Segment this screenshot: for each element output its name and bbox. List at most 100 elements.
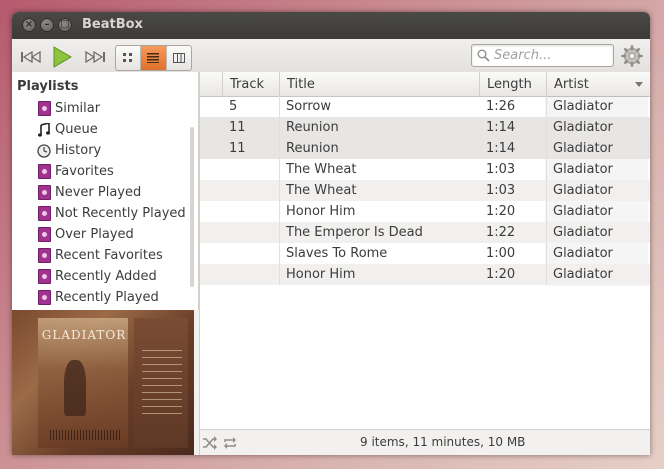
repeat-icon[interactable] [223, 436, 237, 450]
sort-descending-icon [635, 82, 643, 87]
close-icon[interactable]: × [22, 18, 36, 32]
sidebar-item-label: Over Played [55, 227, 134, 242]
album-art: GLADIATOR [12, 310, 194, 455]
sidebar-item-label: Not Recently Played [55, 206, 186, 221]
sidebar-item-label: Queue [55, 122, 98, 137]
maximize-icon[interactable]: □ [58, 18, 72, 32]
previous-button[interactable] [20, 46, 42, 68]
window-title: BeatBox [82, 17, 143, 32]
search-input[interactable] [494, 46, 606, 64]
track-cell [223, 159, 280, 180]
album-cover-tracklist [142, 350, 182, 420]
clock-icon [37, 143, 51, 158]
list-view-button[interactable] [141, 46, 167, 70]
sidebar-item-label: Never Played [55, 185, 142, 200]
smart-playlist-icon [37, 185, 51, 200]
smart-playlist-icon [37, 290, 51, 305]
column-view-icon [172, 53, 185, 63]
view-mode-switcher [115, 45, 192, 71]
sidebar-item-label: Recently Played [55, 290, 159, 305]
artist-cell: Gladiator [553, 141, 613, 156]
track-list-header: Track Title Length Artist [200, 72, 650, 97]
shuffle-icon[interactable] [203, 436, 217, 450]
search-icon [477, 49, 490, 62]
column-header-artist-label: Artist [554, 76, 589, 92]
album-cover-figure [64, 360, 86, 416]
sidebar-item-favorites[interactable]: Favorites [37, 161, 114, 182]
sidebar-item-never-played[interactable]: Never Played [37, 182, 141, 203]
title-cell: Reunion [286, 120, 339, 135]
smart-playlist-icon [37, 101, 51, 116]
table-row[interactable]: 11 Reunion 1:14 Gladiator [200, 138, 650, 159]
column-view-button[interactable] [167, 46, 191, 70]
table-row[interactable]: The Emperor Is Dead 1:22 Gladiator [200, 222, 650, 243]
grid-view-button[interactable] [116, 46, 142, 70]
artist-cell: Gladiator [553, 267, 613, 282]
track-list: Track Title Length Artist 5 Sorrow 1:26 … [200, 72, 650, 429]
sidebar-item-recent-favorites[interactable]: Recent Favorites [37, 245, 163, 266]
length-cell: 1:20 [480, 264, 547, 285]
track-cell [223, 264, 280, 285]
smart-playlist-icon [37, 164, 51, 179]
title-cell: Honor Him [286, 204, 356, 219]
smart-playlist-icon [37, 269, 51, 284]
length-cell: 1:00 [480, 243, 547, 264]
playlists-heading: Playlists [17, 79, 79, 94]
sidebar-item-recently-played[interactable]: Recently Played [37, 287, 159, 308]
status-text: 9 items, 11 minutes, 10 MB [360, 435, 526, 449]
music-note-icon [37, 122, 51, 137]
table-row[interactable]: Honor Him 1:20 Gladiator [200, 201, 650, 222]
sidebar-item-recently-added[interactable]: Recently Added [37, 266, 157, 287]
table-row[interactable]: The Wheat 1:03 Gladiator [200, 180, 650, 201]
length-cell: 1:14 [480, 138, 547, 159]
sidebar-item-label: Similar [55, 101, 101, 116]
column-header-spacer [200, 72, 223, 96]
play-icon [53, 46, 72, 68]
smart-playlist-icon [37, 248, 51, 263]
table-row[interactable]: The Wheat 1:03 Gladiator [200, 159, 650, 180]
status-bar: 9 items, 11 minutes, 10 MB [200, 429, 650, 455]
table-row[interactable]: 5 Sorrow 1:26 Gladiator [200, 96, 650, 117]
minimize-icon[interactable]: – [40, 18, 54, 32]
next-button[interactable] [84, 46, 106, 68]
length-cell: 1:26 [480, 96, 547, 117]
table-row[interactable]: 11 Reunion 1:14 Gladiator [200, 117, 650, 138]
sidebar-item-queue[interactable]: Queue [37, 119, 98, 140]
album-art-title: GLADIATOR [41, 328, 127, 342]
title-cell: The Emperor Is Dead [286, 225, 423, 240]
smart-playlist-icon [37, 227, 51, 242]
sidebar-item-not-recently-played[interactable]: Not Recently Played [37, 203, 186, 224]
table-row[interactable]: Slaves To Rome 1:00 Gladiator [200, 243, 650, 264]
grid-view-icon [123, 53, 133, 62]
column-header-track[interactable]: Track [223, 72, 280, 96]
artist-cell: Gladiator [553, 162, 613, 177]
track-cell [223, 222, 280, 243]
sidebar-item-label: Favorites [55, 164, 114, 179]
sidebar-item-label: Recently Added [55, 269, 157, 284]
search-box [471, 44, 614, 67]
track-cell [223, 180, 280, 201]
gear-icon[interactable] [621, 45, 643, 67]
column-header-artist[interactable]: Artist [547, 72, 650, 96]
length-cell: 1:03 [480, 180, 547, 201]
title-cell: Honor Him [286, 267, 356, 282]
length-cell: 1:22 [480, 222, 547, 243]
length-cell: 1:20 [480, 201, 547, 222]
length-cell: 1:03 [480, 159, 547, 180]
title-cell: Sorrow [286, 99, 331, 114]
column-header-title[interactable]: Title [280, 72, 480, 96]
sidebar-item-over-played[interactable]: Over Played [37, 224, 134, 245]
artist-cell: Gladiator [553, 246, 613, 261]
sidebar-item-history[interactable]: History [37, 140, 101, 161]
play-button[interactable] [51, 46, 73, 68]
sidebar-item-label: Recent Favorites [55, 248, 163, 263]
previous-icon [21, 51, 41, 63]
artist-cell: Gladiator [553, 204, 613, 219]
album-cover-barcode [50, 430, 120, 440]
sidebar-item-similar[interactable]: Similar [37, 98, 100, 119]
title-cell: The Wheat [286, 183, 357, 198]
artist-cell: Gladiator [553, 120, 613, 135]
column-header-length[interactable]: Length [480, 72, 547, 96]
sidebar-scrollbar[interactable] [190, 127, 194, 287]
table-row[interactable]: Honor Him 1:20 Gladiator [200, 264, 650, 285]
